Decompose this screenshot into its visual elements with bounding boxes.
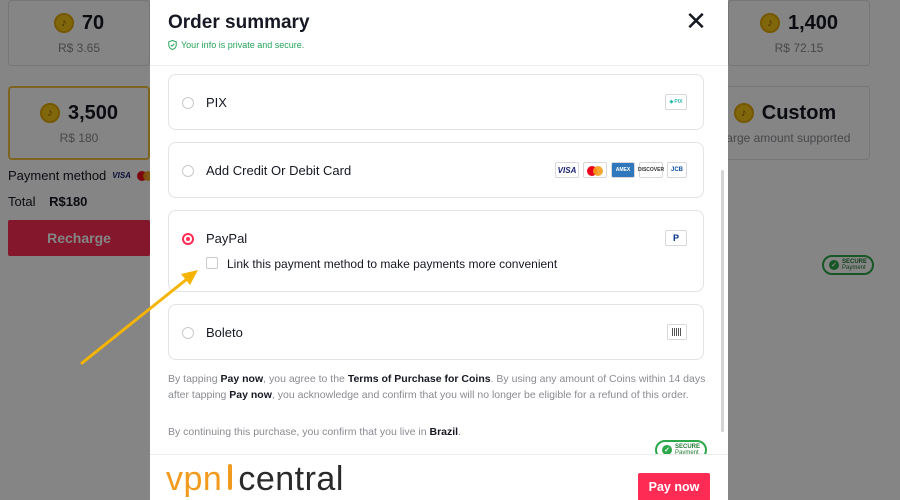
scrollbar[interactable] [721,170,724,432]
payment-option-paypal[interactable]: PayPal P Link this payment method to mak… [168,210,704,292]
pay-now-ref: Pay now [220,373,264,385]
payment-logos: P [665,230,687,246]
amex-icon: AMEX [611,162,635,178]
visa-icon: VISA [555,162,579,178]
link-payment-checkbox[interactable] [206,257,218,269]
purchase-terms: By tapping Pay now, you agree to the Ter… [168,373,706,401]
radio-button-selected[interactable] [182,233,194,245]
payment-option-label: Boleto [206,325,243,340]
radio-button[interactable] [182,327,194,339]
payment-logos [667,324,687,340]
pix-icon: ◆ PIX [665,94,687,110]
payment-option-label: PIX [206,95,227,110]
payment-logos: ◆ PIX [665,94,687,110]
pay-now-ref: Pay now [229,388,272,401]
order-summary-modal: Order summary Your info is private and s… [150,0,728,500]
payment-option-boleto[interactable]: Boleto [168,304,704,360]
paypal-icon: P [665,230,687,246]
country-name: Brazil [429,426,459,438]
shield-icon [168,40,177,50]
payment-logos: VISA AMEX DISCOVER JCB [555,162,687,178]
close-icon[interactable]: ✕ [684,8,708,34]
privacy-text: Your info is private and secure. [181,40,305,50]
mastercard-icon [583,162,607,178]
link-payment-label[interactable]: Link this payment method to make payment… [227,257,557,271]
privacy-note: Your info is private and secure. [168,40,304,50]
residence-confirmation: By continuing this purchase, you confirm… [168,426,461,438]
vpncentral-watermark: vpn central [166,460,344,498]
modal-header: Order summary Your info is private and s… [150,0,728,66]
payment-option-card[interactable]: Add Credit Or Debit Card VISA AMEX DISCO… [168,142,704,198]
payment-option-label: PayPal [206,231,248,246]
radio-button[interactable] [182,165,194,177]
watermark-mark-icon [225,464,235,490]
radio-button[interactable] [182,97,194,109]
terms-of-purchase-link[interactable]: Terms of Purchase for Coins [348,373,491,385]
jcb-icon: JCB [667,162,687,178]
payment-option-label: Add Credit Or Debit Card [206,163,352,178]
pay-now-button[interactable]: Pay now [638,473,710,500]
modal-title: Order summary [168,12,310,33]
discover-icon: DISCOVER [638,162,664,178]
barcode-icon [667,324,687,340]
payment-option-pix[interactable]: PIX ◆ PIX [168,74,704,130]
